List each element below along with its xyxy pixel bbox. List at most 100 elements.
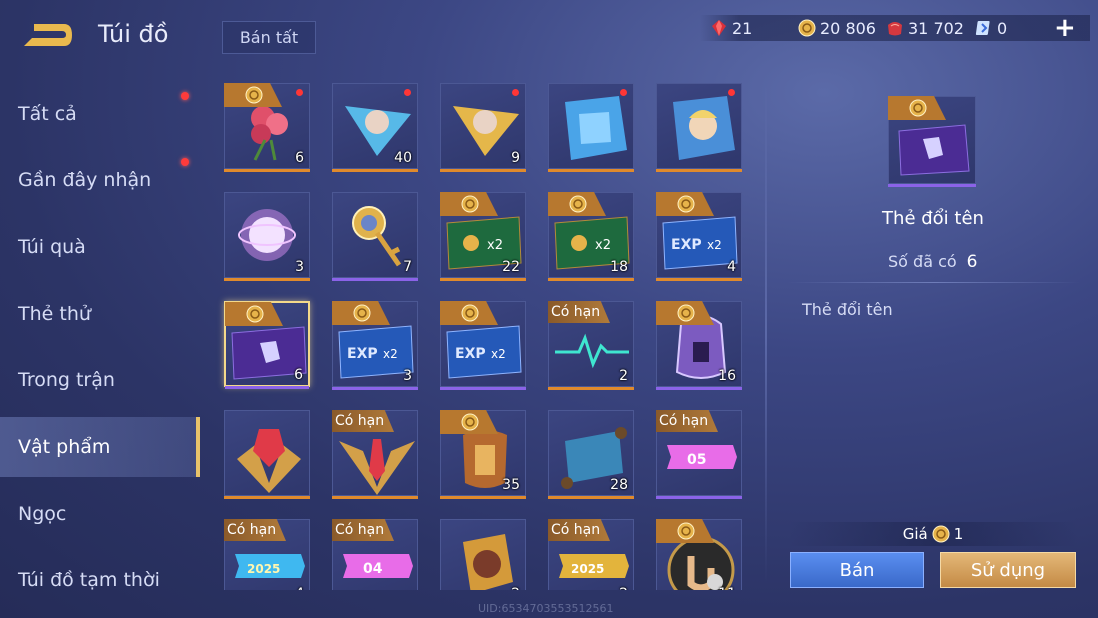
sidebar-item-label: Túi quà <box>18 236 86 258</box>
item-slot[interactable] <box>548 83 634 172</box>
hero-gem-icon <box>463 534 513 590</box>
rarity-bar <box>332 278 418 281</box>
item-slot[interactable]: x2 22 <box>440 192 526 281</box>
sell-all-button[interactable]: Bán tất <box>222 21 316 54</box>
coin-tag-icon <box>656 301 714 325</box>
sidebar-item-label: Tất cả <box>18 103 77 125</box>
item-slot[interactable]: 16 <box>656 301 742 390</box>
item-slot[interactable]: EXP x2 4 <box>656 192 742 281</box>
sidebar-item-recent[interactable]: Gần đây nhận <box>0 150 200 210</box>
notification-dot <box>181 158 189 166</box>
notification-dot <box>512 89 519 96</box>
coin-tag-icon <box>440 192 498 216</box>
rarity-bar <box>656 496 742 499</box>
item-count: 16 <box>718 368 736 384</box>
price-label: Giá <box>902 525 928 543</box>
item-slot[interactable]: 7 <box>332 192 418 281</box>
rarity-bar <box>440 496 526 499</box>
svg-text:x2: x2 <box>491 347 506 361</box>
sidebar: Tất cả Gần đây nhận Túi quà Thẻ thử Tron… <box>0 78 200 618</box>
coin-tag-icon <box>440 301 498 325</box>
sidebar-item-all[interactable]: Tất cả <box>0 84 200 144</box>
coin-tag-icon <box>440 410 498 434</box>
svg-text:x2: x2 <box>487 238 503 253</box>
owned-count: Số đã có 6 <box>888 252 978 272</box>
item-slot[interactable]: 05 Có hạn <box>656 410 742 499</box>
rename-card-icon <box>898 124 970 176</box>
use-button[interactable]: Sử dụng <box>940 552 1076 588</box>
item-slot[interactable]: Có hạn <box>332 410 418 499</box>
svg-text:EXP: EXP <box>347 346 378 362</box>
svg-text:2025: 2025 <box>247 562 280 576</box>
rarity-bar <box>440 278 526 281</box>
sidebar-item-items[interactable]: Vật phẩm <box>0 417 200 477</box>
item-slot[interactable] <box>656 83 742 172</box>
item-slot[interactable]: EXP x2 3 <box>332 301 418 390</box>
item-slot[interactable]: EXP x2 <box>440 301 526 390</box>
item-slot[interactable]: 3 <box>224 192 310 281</box>
svg-text:04: 04 <box>363 561 383 577</box>
gold-coin-icon <box>932 525 950 543</box>
panel-divider <box>765 84 767 584</box>
sell-button[interactable]: Bán <box>790 552 924 588</box>
item-grid: 6 40 9 3 7 x2 22 x2 18 EXP x2 4 6 EXP x2 3 EXP x2 Có hạn 2 1… <box>210 70 758 590</box>
item-slot[interactable]: 11 <box>656 519 742 590</box>
item-slot[interactable]: 2025 Có hạn 4 <box>224 519 310 590</box>
item-slot[interactable]: 35 <box>440 410 526 499</box>
currency-voucher: 31 702 <box>886 16 964 40</box>
item-slot[interactable]: Có hạn 2 <box>548 301 634 390</box>
add-currency-button[interactable]: + <box>1054 13 1076 43</box>
item-slot[interactable]: 40 <box>332 83 418 172</box>
rarity-bar <box>548 387 634 390</box>
coin-tag-icon <box>656 192 714 216</box>
price-row: Giá 1 <box>788 522 1078 546</box>
back-arrow-icon[interactable] <box>18 20 76 50</box>
sidebar-item-in-match[interactable]: Trong trận <box>0 350 200 410</box>
sidebar-item-label: Trong trận <box>18 369 115 391</box>
item-slot[interactable]: x2 18 <box>548 192 634 281</box>
item-count: 2 <box>511 586 520 590</box>
rarity-bar <box>224 278 310 281</box>
sidebar-item-label: Túi đồ tạm thời <box>18 569 160 591</box>
skin-crystal-icon <box>565 96 627 160</box>
coin-tag-icon <box>224 83 282 107</box>
sidebar-item-trial-cards[interactable]: Thẻ thử <box>0 284 200 344</box>
sidebar-item-label: Thẻ thử <box>18 303 91 325</box>
sidebar-item-label: Vật phẩm <box>18 436 111 458</box>
item-count: 6 <box>294 367 303 383</box>
sidebar-item-gems[interactable]: Ngọc <box>0 484 200 544</box>
notification-dot <box>728 89 735 96</box>
item-count: 4 <box>727 259 736 275</box>
rarity-bar <box>656 169 742 172</box>
currency-card: 0 <box>975 16 1007 40</box>
rarity-bar <box>548 169 634 172</box>
rarity-bar <box>332 169 418 172</box>
item-slot[interactable]: 04 Có hạn <box>332 519 418 590</box>
page-title: Túi đồ <box>98 20 169 48</box>
svg-text:05: 05 <box>687 452 706 468</box>
item-slot[interactable]: 2025 Có hạn 2 <box>548 519 634 590</box>
notification-dot <box>296 89 303 96</box>
item-slot[interactable] <box>224 410 310 499</box>
detail-divider <box>788 282 1080 283</box>
coin-tag-icon <box>548 192 606 216</box>
item-slot[interactable]: 6 <box>224 301 310 389</box>
rarity-bar <box>548 278 634 281</box>
currency-gold: 20 806 <box>798 16 876 40</box>
sidebar-item-temp-bag[interactable]: Túi đồ tạm thời <box>0 550 200 610</box>
item-count: 3 <box>403 368 412 384</box>
rarity-bar <box>548 496 634 499</box>
rarity-bar <box>332 496 418 499</box>
notification-dot <box>620 89 627 96</box>
notification-dot <box>181 92 189 100</box>
item-slot[interactable]: 9 <box>440 83 526 172</box>
owned-label: Số đã có <box>888 252 957 271</box>
item-slot[interactable]: 28 <box>548 410 634 499</box>
sidebar-item-gift-bag[interactable]: Túi quà <box>0 217 200 277</box>
item-count: 6 <box>295 150 304 166</box>
item-slot[interactable]: 2 <box>440 519 526 590</box>
item-count: 4 <box>295 586 304 590</box>
item-count: 2 <box>619 586 628 590</box>
item-slot[interactable]: 6 <box>224 83 310 172</box>
hero-crystal-icon <box>673 96 735 160</box>
